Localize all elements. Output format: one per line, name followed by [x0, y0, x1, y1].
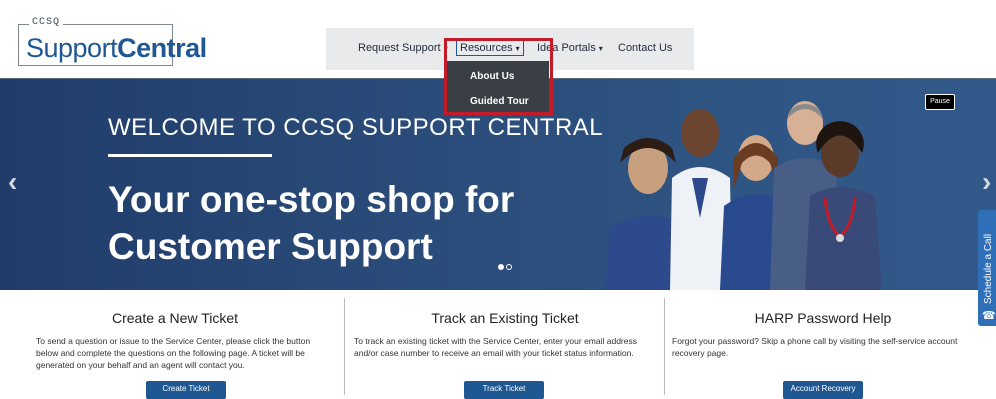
highlight-box — [444, 38, 553, 115]
hero-headline-line2: Customer Support — [108, 226, 433, 267]
card-description: To send a question or issue to the Servi… — [36, 336, 311, 370]
nav-contact-us[interactable]: Contact Us — [618, 42, 672, 54]
card-divider — [344, 298, 345, 395]
schedule-call-label: Schedule a Call — [983, 233, 994, 304]
track-ticket-button[interactable]: Track Ticket — [464, 381, 544, 399]
card-description: To track an existing ticket with the Ser… — [354, 336, 637, 358]
hero-welcome: WELCOME TO CCSQ SUPPORT CENTRAL — [108, 114, 604, 141]
hero-underline — [108, 154, 272, 157]
logo-main-regular: Support — [26, 33, 118, 63]
logo-main-text: SupportCentral — [26, 33, 207, 64]
card-description: Forgot your password? Skip a phone call … — [672, 336, 958, 358]
create-ticket-button[interactable]: Create Ticket — [146, 381, 226, 399]
logo-main-bold: Central — [117, 33, 207, 63]
carousel-indicators — [498, 264, 518, 272]
chevron-down-icon: ▾ — [598, 44, 603, 53]
carousel-dot-active[interactable] — [498, 264, 504, 270]
hero-medical-staff-image — [605, 101, 882, 290]
carousel-prev-arrow-icon[interactable]: ‹ — [8, 166, 17, 198]
phone-icon: ☎ — [982, 310, 996, 322]
card-title: HARP Password Help — [754, 310, 892, 326]
account-recovery-button[interactable]: Account Recovery — [783, 381, 863, 399]
hero-headline: Your one-stop shop for Customer Support — [108, 176, 514, 270]
site-logo[interactable]: CCSQ SupportCentral — [18, 17, 207, 66]
card-title: Track an Existing Ticket — [431, 310, 579, 326]
card-track-ticket: Track an Existing Ticket To track an exi… — [350, 302, 660, 399]
card-title: Create a New Ticket — [111, 310, 239, 326]
logo-small-text: CCSQ — [29, 17, 64, 28]
schedule-call-tab[interactable]: Schedule a Call ☎ — [978, 210, 996, 326]
nav-request-support-label: Request Support — [358, 42, 441, 54]
hero-headline-line1: Your one-stop shop for — [108, 179, 515, 220]
nav-request-support[interactable]: Request Support ▾ — [358, 42, 448, 54]
carousel-next-arrow-icon[interactable]: › — [982, 166, 991, 198]
carousel-dot[interactable] — [506, 264, 512, 270]
card-divider — [664, 298, 665, 395]
card-create-ticket: Create a New Ticket To send a question o… — [20, 302, 330, 399]
card-harp-password: HARP Password Help Forgot your password?… — [668, 302, 978, 399]
